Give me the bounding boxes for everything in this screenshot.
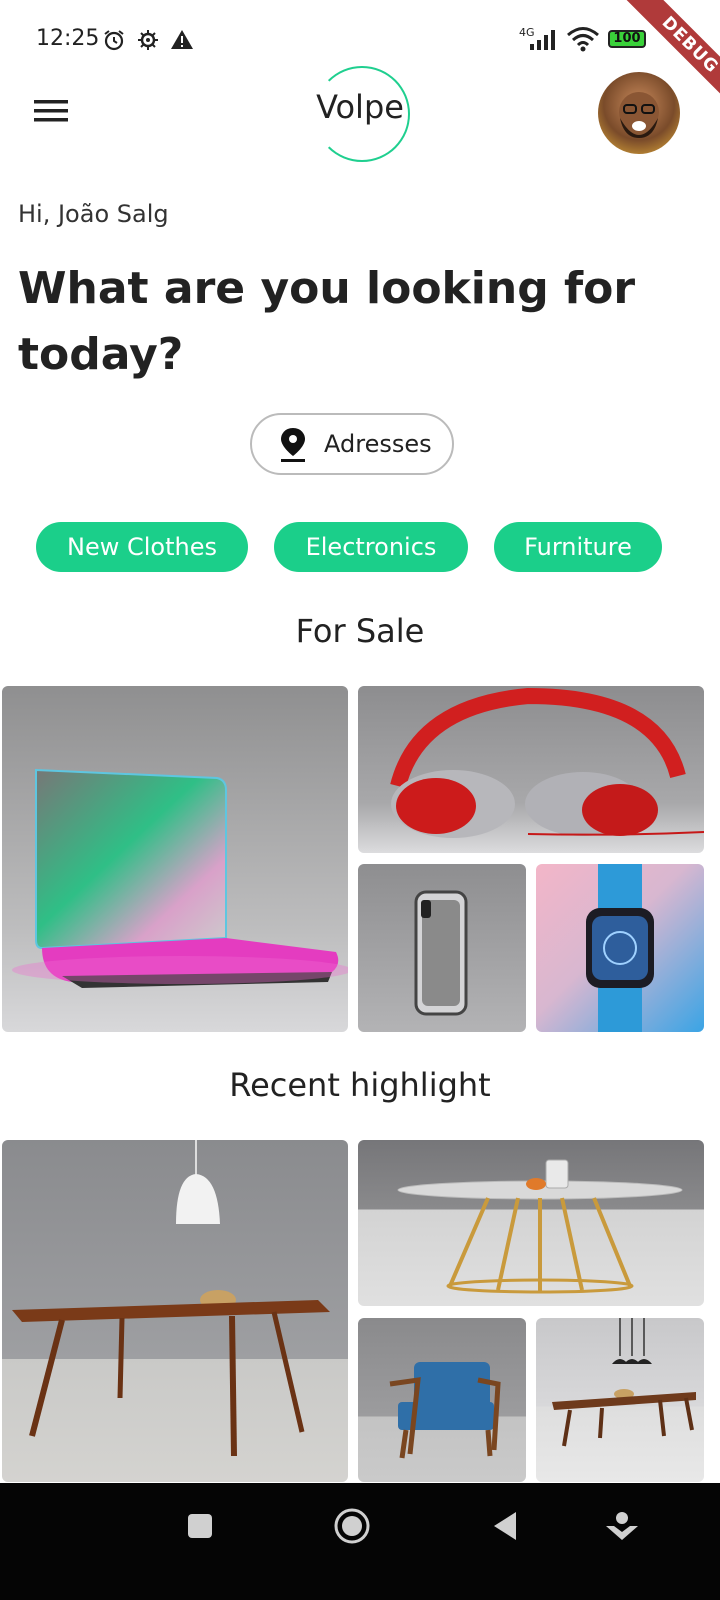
product-tile-long-table[interactable]	[536, 1318, 704, 1482]
app-logo: Volpe	[316, 88, 404, 126]
avatar-face-icon	[619, 92, 659, 138]
round-table-image	[397, 1159, 683, 1294]
product-tile-headphones[interactable]	[358, 686, 704, 853]
battery-icon: 100	[608, 30, 646, 48]
smartphone-image	[414, 890, 468, 1016]
headphones-image	[390, 687, 704, 838]
section-title-recent-highlight: Recent highlight	[229, 1066, 491, 1104]
product-tile-smartphone[interactable]	[358, 864, 526, 1032]
category-chip-new-clothes[interactable]: New Clothes	[36, 522, 248, 572]
product-tile-armchair[interactable]	[358, 1318, 526, 1482]
dining-table-image	[12, 1140, 330, 1457]
product-tile-smartwatch[interactable]	[536, 864, 704, 1032]
category-chip-furniture[interactable]: Furniture	[494, 522, 662, 572]
warning-icon	[171, 30, 193, 49]
product-tile-dining-table[interactable]	[2, 1140, 348, 1482]
user-avatar[interactable]	[598, 72, 680, 154]
long-table-image	[552, 1318, 696, 1447]
signal-icon	[530, 30, 555, 50]
settings-gear-icon	[138, 30, 158, 50]
category-chip-electronics[interactable]: Electronics	[274, 522, 468, 572]
recents-square-icon[interactable]	[180, 1506, 220, 1546]
smartwatch-image	[586, 864, 654, 1032]
addresses-button[interactable]: Adresses	[250, 413, 454, 475]
status-time: 12:25	[36, 26, 100, 51]
section-title-for-sale: For Sale	[295, 612, 425, 650]
wifi-icon	[567, 27, 599, 52]
location-pin-icon	[281, 428, 305, 462]
alarm-icon	[104, 30, 124, 51]
home-circle-icon[interactable]	[332, 1506, 372, 1546]
back-triangle-icon[interactable]	[486, 1506, 526, 1546]
assistant-icon[interactable]	[602, 1506, 642, 1546]
product-tile-laptop[interactable]	[2, 686, 348, 1032]
laptop-image	[12, 768, 348, 988]
page-headline: What are you looking for today?	[18, 263, 636, 380]
armchair-image	[389, 1362, 501, 1459]
addresses-label: Adresses	[324, 430, 432, 458]
product-tile-round-table[interactable]	[358, 1140, 704, 1306]
hamburger-menu-icon[interactable]	[34, 98, 68, 124]
greeting-text: Hi, João Salg	[18, 200, 169, 228]
